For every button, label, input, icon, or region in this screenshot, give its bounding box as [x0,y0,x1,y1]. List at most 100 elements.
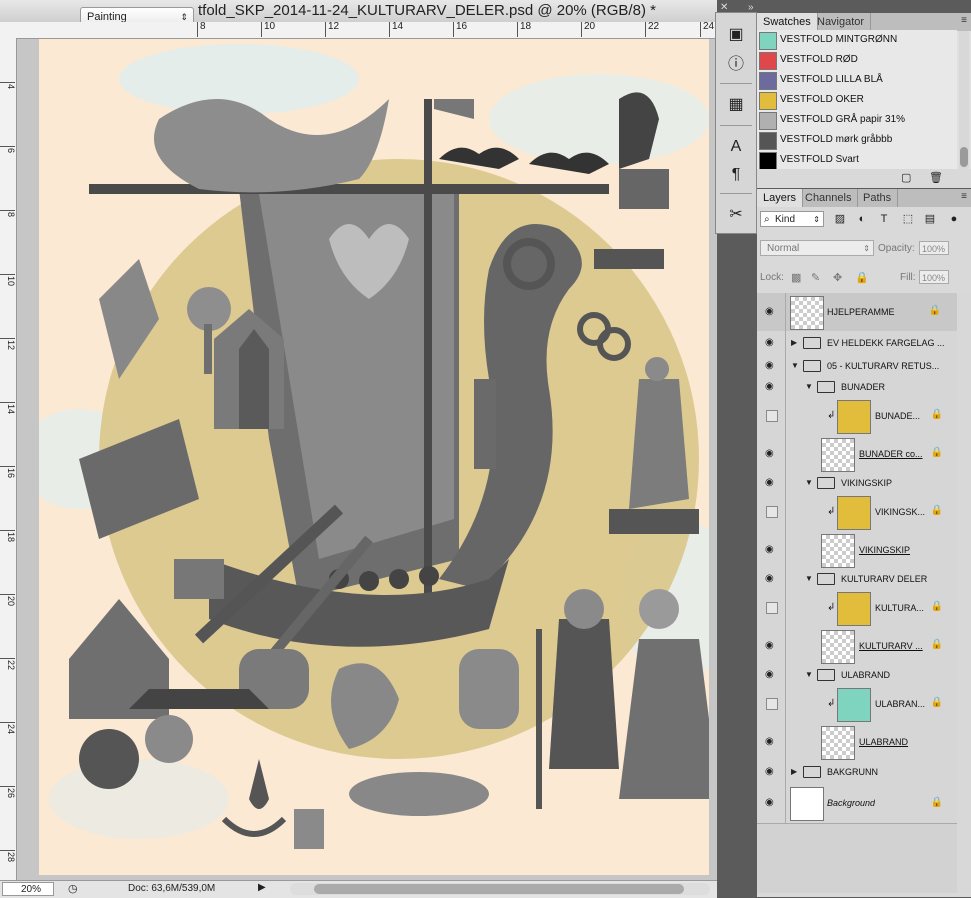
layer-row[interactable]: ◉ ▼ BUNADER [757,377,957,398]
swatch-row[interactable]: VESTFOLD LILLA BLÅ [757,70,957,91]
horizontal-scrollbar[interactable] [290,883,710,895]
eye-icon[interactable]: ◉ [765,544,774,555]
visibility-cell[interactable]: ◉ [757,783,786,823]
adjustment-filter-icon[interactable]: ◐ [855,212,869,226]
lock-transparency-icon[interactable]: ▩ [791,271,801,284]
tool-presets-icon[interactable]: ✂ [724,203,748,227]
visibility-cell[interactable]: ◉ [757,331,786,355]
swatch-row[interactable]: VESTFOLD RØD [757,50,957,71]
layer-row[interactable]: ◉ BUNADER co... 🔒 [757,435,957,474]
tab-channels[interactable]: Channels [799,189,859,207]
tab-navigator[interactable]: Navigator [811,13,872,31]
visibility-cell[interactable] [757,685,786,723]
eye-icon[interactable]: ◉ [765,736,774,747]
layer-row[interactable]: ↲ VIKINGSK... 🔒 [757,493,957,532]
visibility-cell[interactable] [757,397,786,435]
fill-field[interactable]: 100% [919,270,949,284]
visibility-cell[interactable]: ◉ [757,377,786,397]
expanded-triangle-icon[interactable]: ▼ [805,670,813,679]
eye-icon[interactable]: ◉ [765,797,774,808]
visibility-cell[interactable]: ◉ [757,531,786,569]
layer-row[interactable]: ◉ ▼ VIKINGSKIP [757,473,957,494]
layer-row[interactable]: ◉ HJELPERAMME 🔒 [757,293,957,332]
eye-icon[interactable]: ◉ [765,360,774,371]
smart-object-filter-icon[interactable]: ▤ [923,212,937,226]
layer-row[interactable]: ◉ ▼ KULTURARV DELER [757,569,957,590]
visibility-cell[interactable]: ◉ [757,355,786,377]
visibility-cell[interactable] [757,589,786,627]
lock-all-icon[interactable]: 🔒 [855,271,869,284]
vertical-ruler[interactable]: 4 6 8 10 12 14 16 18 20 22 24 26 28 [0,38,17,880]
eye-icon[interactable]: ◉ [765,448,774,459]
layer-row[interactable]: ◉ ▼ 05 - KULTURARV RETUS... [757,355,957,378]
visibility-cell[interactable]: ◉ [757,435,786,473]
expanded-triangle-icon[interactable]: ▼ [805,478,813,487]
expanded-triangle-icon[interactable]: ▼ [805,574,813,583]
swatch-row[interactable]: VESTFOLD Svart [757,150,957,171]
swatches-scrollbar[interactable] [959,31,969,169]
layer-row[interactable]: ◉ VIKINGSKIP [757,531,957,570]
3d-icon[interactable]: ▣ [724,23,748,47]
visibility-cell[interactable]: ◉ [757,665,786,685]
visibility-cell[interactable]: ◉ [757,723,786,761]
trash-icon[interactable]: 🗑 [929,171,943,184]
character-icon[interactable]: A [724,135,748,159]
visibility-cell[interactable]: ◉ [757,569,786,589]
tab-paths[interactable]: Paths [857,189,899,207]
scrollbar-thumb[interactable] [960,147,968,167]
canvas-area[interactable] [17,39,717,880]
info-icon[interactable]: ⓘ [724,53,748,77]
layers-scrollbar[interactable] [957,293,971,893]
lock-image-icon[interactable]: ✎ [811,271,820,284]
swatch-row[interactable]: VESTFOLD OKER [757,90,957,111]
layer-row[interactable]: ◉ ▶ BAKGRUNN [757,761,957,784]
blend-mode-select[interactable]: Normal ⇕ [760,240,874,256]
visibility-toggle[interactable] [766,410,778,422]
visibility-cell[interactable]: ◉ [757,473,786,493]
swatch-row[interactable]: VESTFOLD MINTGRØNN [757,30,957,51]
paint-icon[interactable]: ▦ [724,93,748,117]
layer-row[interactable]: ◉ ULABRAND [757,723,957,762]
zoom-field[interactable]: 20% [2,882,54,896]
eye-icon[interactable]: ◉ [765,669,774,680]
visibility-cell[interactable]: ◉ [757,293,786,331]
layer-row[interactable]: ◉ Background 🔒 [757,783,957,824]
visibility-cell[interactable]: ◉ [757,627,786,665]
layer-row[interactable]: ◉ ▼ ULABRAND [757,665,957,686]
visibility-toggle[interactable] [766,602,778,614]
opacity-field[interactable]: 100% [919,241,949,255]
layer-row[interactable]: ◉ KULTURARV ... 🔒 [757,627,957,666]
visibility-toggle[interactable] [766,698,778,710]
layer-row[interactable]: ◉ ▶ EV HELDEKK FARGELAG ... [757,331,957,356]
visibility-toggle[interactable] [766,506,778,518]
panel-menu-icon[interactable]: ≡ [961,191,967,202]
scrollbar-thumb[interactable] [314,884,684,894]
eye-icon[interactable]: ◉ [765,573,774,584]
eye-icon[interactable]: ◉ [765,337,774,348]
artwork-canvas[interactable] [39,39,709,875]
eye-icon[interactable]: ◉ [765,477,774,488]
eye-icon[interactable]: ◉ [765,640,774,651]
lock-position-icon[interactable]: ✥ [833,271,842,284]
tab-swatches[interactable]: Swatches [757,13,818,31]
swatch-row[interactable]: VESTFOLD GRÅ papir 31% [757,110,957,131]
swatch-row[interactable]: VESTFOLD mørk gråbbb [757,130,957,151]
horizontal-ruler[interactable]: 8 10 12 14 16 18 20 22 24 [0,22,717,39]
layer-row[interactable]: ↲ BUNADE... 🔒 [757,397,957,436]
eye-icon[interactable]: ◉ [765,381,774,392]
expanded-triangle-icon[interactable]: ▼ [791,361,799,370]
paragraph-icon[interactable]: ¶ [724,163,748,187]
panel-menu-icon[interactable]: ≡ [961,15,967,26]
tab-layers[interactable]: Layers [757,189,804,207]
status-menu-icon[interactable]: ◷ [68,882,78,895]
eye-icon[interactable]: ◉ [765,306,774,317]
layer-row[interactable]: ↲ KULTURA... 🔒 [757,589,957,628]
shape-filter-icon[interactable]: ⬚ [901,212,915,226]
type-filter-icon[interactable]: T [877,212,891,226]
new-swatch-icon[interactable]: ▢ [901,171,911,184]
collapsed-triangle-icon[interactable]: ▶ [791,767,797,776]
filter-toggle-icon[interactable]: ● [947,212,961,226]
pixel-filter-icon[interactable]: ▨ [833,212,847,226]
eye-icon[interactable]: ◉ [765,766,774,777]
expanded-triangle-icon[interactable]: ▼ [805,382,813,391]
